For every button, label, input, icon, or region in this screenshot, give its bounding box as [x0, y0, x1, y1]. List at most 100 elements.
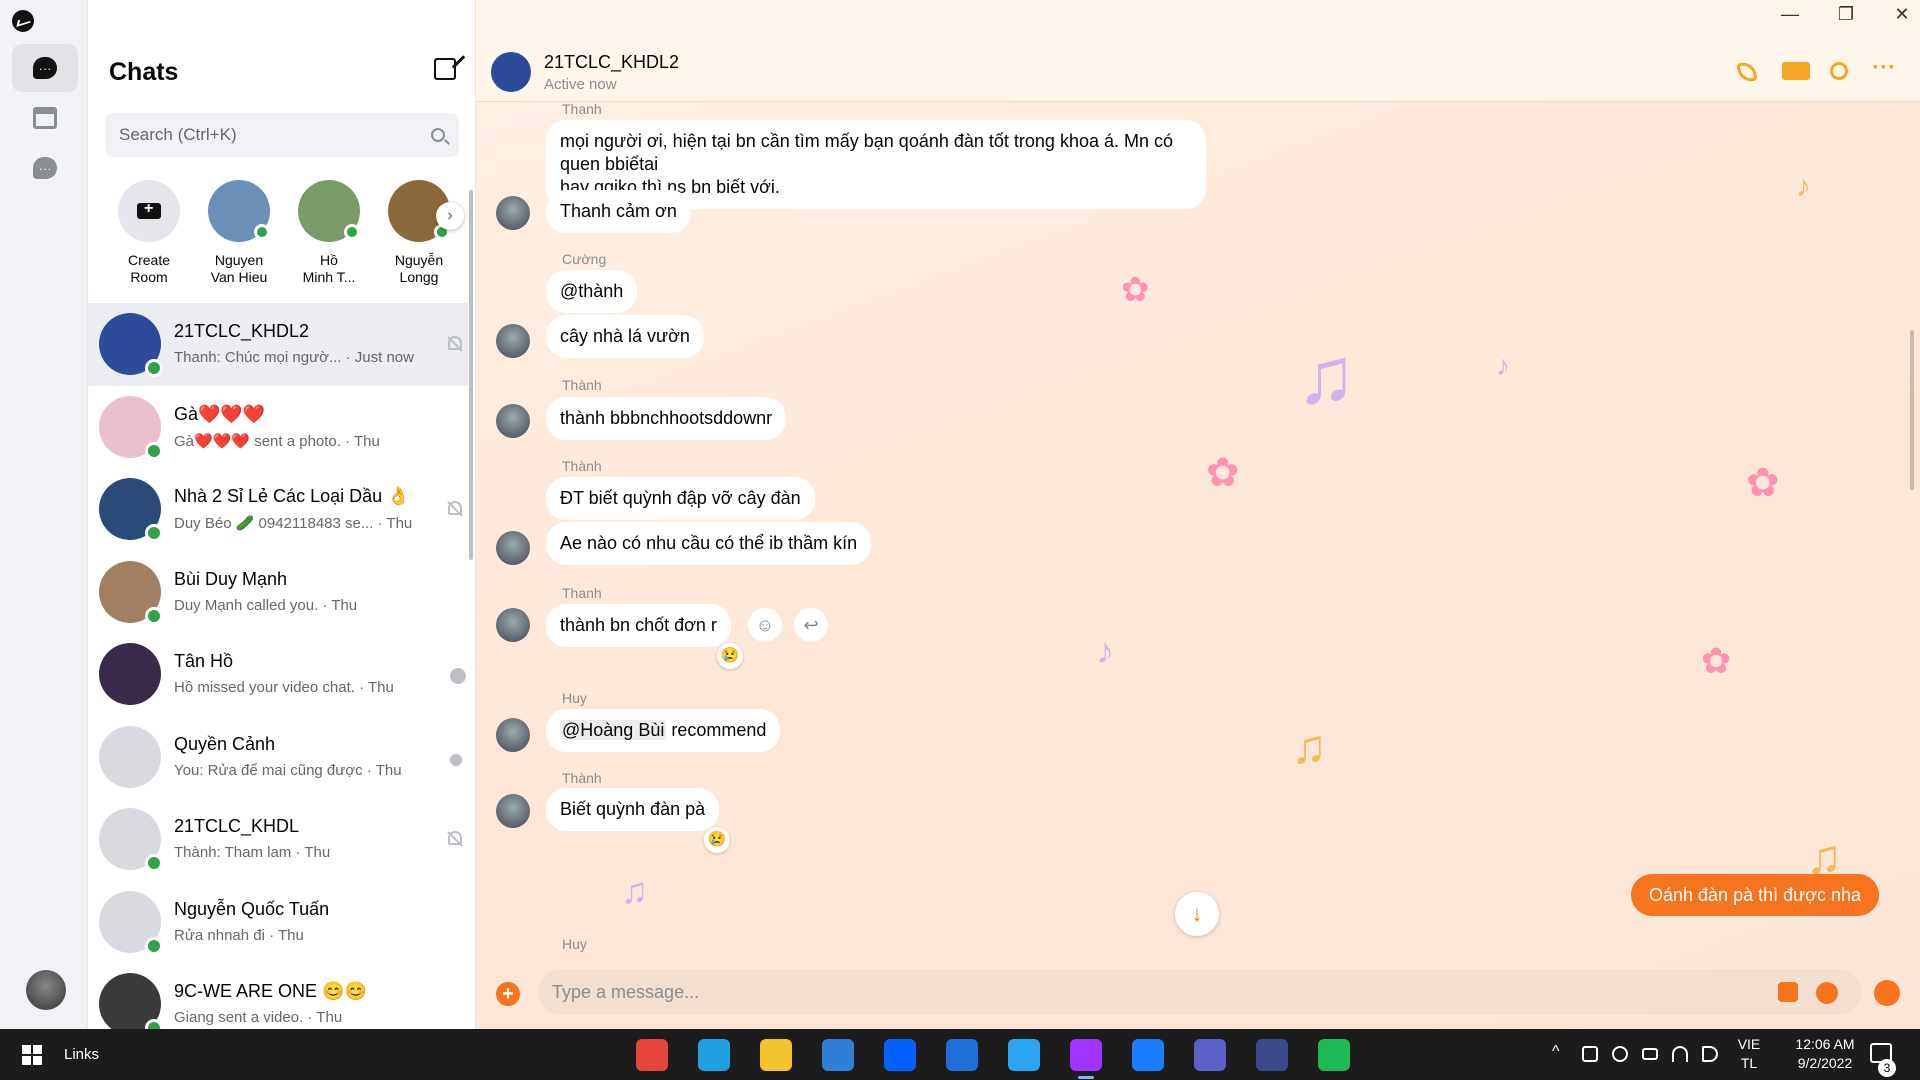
more-options-icon[interactable]: ···	[1872, 54, 1896, 81]
language-indicator[interactable]: VIE TL	[1732, 1035, 1766, 1073]
conversation-title[interactable]: 21TCLC_KHDL2	[544, 52, 679, 73]
conversation-preview: You: Rửa để mai cũng được · Thu	[174, 761, 402, 779]
conversation-item[interactable]: 21TCLC_KHDL2 Thanh: Chúc mọi ngườ... · Ju…	[88, 303, 468, 386]
emoji-icon[interactable]	[1816, 982, 1838, 1004]
close-button[interactable]: ✕	[1882, 4, 1920, 28]
links-toolbar[interactable]: Links	[64, 1046, 99, 1063]
avatar	[298, 180, 360, 242]
clock[interactable]: 12:06 AM 9/2/2022	[1780, 1035, 1870, 1073]
sticker-icon[interactable]	[1778, 982, 1798, 1002]
my-message-bubble[interactable]: Oánh đàn pà thì được nha	[1631, 874, 1880, 916]
compose-icon[interactable]	[434, 58, 456, 80]
active-status: Active now	[544, 76, 617, 93]
zalo-icon[interactable]	[1132, 1039, 1164, 1071]
message-bubble[interactable]: ĐT biết quỳnh đập vỡ cây đàn	[546, 477, 815, 520]
rail-marketplace-button[interactable]	[12, 94, 78, 142]
message-bubble[interactable]: Thanh cảm ơn	[546, 190, 691, 233]
volume-icon[interactable]	[1702, 1046, 1718, 1062]
story-item[interactable]: Nguyễn Longg	[379, 180, 459, 286]
group-avatar[interactable]	[491, 52, 531, 92]
message-sender: Thành	[562, 377, 602, 393]
avatar[interactable]	[496, 324, 530, 358]
search-input[interactable]: Search (Ctrl+K)	[105, 113, 459, 157]
conversation-item[interactable]: Tân Hồ Hồ missed your video chat. · Thu	[88, 633, 468, 716]
conversation-item[interactable]: 21TCLC_KHDL Thành: Tham lam · Thu	[88, 798, 468, 881]
app-blue-icon[interactable]	[946, 1039, 978, 1071]
message-text: recommend	[666, 720, 767, 740]
notification-count-badge: 3	[1878, 1059, 1896, 1077]
react-emoji-icon[interactable]: ☺	[748, 608, 782, 642]
avatar[interactable]	[496, 608, 530, 642]
profile-avatar[interactable]	[26, 970, 66, 1010]
message-input[interactable]	[538, 969, 1862, 1015]
scrollbar[interactable]	[469, 190, 473, 560]
message-bubble[interactable]: thành bbbnchhootsddownr	[546, 397, 787, 440]
file-explorer-icon[interactable]	[760, 1039, 792, 1071]
avatar[interactable]	[496, 794, 530, 828]
chrome-icon[interactable]	[636, 1039, 668, 1071]
emoji-reaction-icon[interactable]	[1874, 980, 1900, 1006]
conversation-item[interactable]: Nhà 2 Sỉ Lẻ Các Loại Dầu 👌 Duy Béo 🥒 0942…	[88, 468, 468, 551]
story-name: Room	[130, 269, 168, 285]
message-reaction[interactable]: 😢	[717, 643, 743, 669]
mail-icon[interactable]	[822, 1039, 854, 1071]
message-bubble[interactable]: Ae nào có nhu cầu có thể ib thầm kín	[546, 522, 872, 565]
restore-button[interactable]: ❐	[1826, 4, 1866, 28]
device-icon[interactable]	[1582, 1046, 1598, 1062]
conversation-item[interactable]: Gà❤️❤️❤️ Gà❤️❤️❤️ sent a photo. · Thu	[88, 386, 468, 469]
video-call-icon[interactable]	[1782, 62, 1810, 80]
message-reaction[interactable]: 😢	[704, 827, 730, 853]
avatar[interactable]	[496, 196, 530, 230]
minimize-button[interactable]: —	[1770, 4, 1810, 28]
devc-icon[interactable]	[1256, 1039, 1288, 1071]
conversation-name: Quyền Cảnh	[174, 733, 276, 754]
rail-requests-button[interactable]	[12, 144, 78, 192]
windows-start-icon[interactable]	[22, 1045, 42, 1065]
reply-icon[interactable]: ↩	[794, 608, 828, 642]
message-bubble[interactable]: cây nhà lá vườn	[546, 315, 704, 358]
vscode-icon[interactable]	[1008, 1039, 1040, 1071]
online-indicator	[254, 224, 270, 240]
conversation-preview: Thành: Tham lam · Thu	[174, 844, 331, 861]
scrollbar[interactable]	[1910, 330, 1914, 490]
message-bubble[interactable]: thành bn chốt đơn r	[546, 604, 731, 647]
story-item[interactable]: Nguyen Van Hieu	[199, 180, 279, 286]
spotify-icon[interactable]	[1318, 1039, 1350, 1071]
conversation-name: Bùi Duy Mạnh	[174, 568, 288, 589]
conversation-preview: Gà❤️❤️❤️ sent a photo. · Thu	[174, 432, 380, 450]
story-item[interactable]: Hồ Minh T...	[289, 180, 369, 286]
message-bubble[interactable]: Biết quỳnh đàn pà	[546, 788, 720, 831]
conversation-preview: Duy Mạnh called you. · Thu	[174, 596, 358, 614]
chevron-up-icon[interactable]: ^	[1552, 1043, 1568, 1060]
wifi-icon[interactable]	[1672, 1046, 1688, 1062]
edge-icon[interactable]	[698, 1039, 730, 1071]
messenger-logo-icon	[12, 10, 34, 32]
avatar[interactable]	[496, 718, 530, 752]
conversation-preview: Hồ missed your video chat. · Thu	[174, 679, 394, 696]
search-conversation-icon[interactable]	[1830, 62, 1848, 80]
user-mention[interactable]: @Hoàng Bùi	[560, 720, 667, 740]
create-room-button[interactable]: CreateRoom	[109, 180, 189, 286]
taskbar: Links ^ VIE TL 12:06 AM 9/2/2022 3	[0, 1029, 1920, 1080]
story-name: Longg	[399, 269, 439, 285]
dropbox-icon[interactable]	[884, 1039, 916, 1071]
conversation-item[interactable]: 9C-WE ARE ONE 😊😊 Giang sent a video. · Th…	[88, 963, 468, 1029]
conversation-item[interactable]: Bùi Duy Mạnh Duy Mạnh called you. · Thu	[88, 551, 468, 634]
avatar[interactable]	[496, 531, 530, 565]
rail-chats-button[interactable]	[12, 44, 78, 92]
avatar[interactable]	[496, 404, 530, 438]
conversation-item[interactable]: Quyền Cảnh You: Rửa để mai cũng được · Th…	[88, 716, 468, 799]
muted-bell-icon	[448, 831, 462, 845]
scroll-to-bottom-button[interactable]: ↓	[1175, 892, 1219, 936]
plus-icon[interactable]: +	[496, 982, 520, 1006]
read-check-icon	[450, 668, 466, 684]
messenger-icon[interactable]	[1070, 1039, 1102, 1079]
microphone-icon[interactable]	[1612, 1046, 1628, 1062]
phone-icon[interactable]	[1736, 60, 1758, 84]
message-bubble[interactable]: @thành	[546, 270, 638, 313]
chevron-right-icon[interactable]: ›	[436, 202, 464, 230]
conversation-item[interactable]: Nguyễn Quốc Tuấn Rửa nhnah đi · Thu	[88, 881, 468, 964]
battery-icon[interactable]	[1642, 1048, 1658, 1060]
message-bubble[interactable]: @Hoàng Bùi recommend	[546, 709, 781, 752]
teams-icon[interactable]	[1194, 1039, 1226, 1071]
